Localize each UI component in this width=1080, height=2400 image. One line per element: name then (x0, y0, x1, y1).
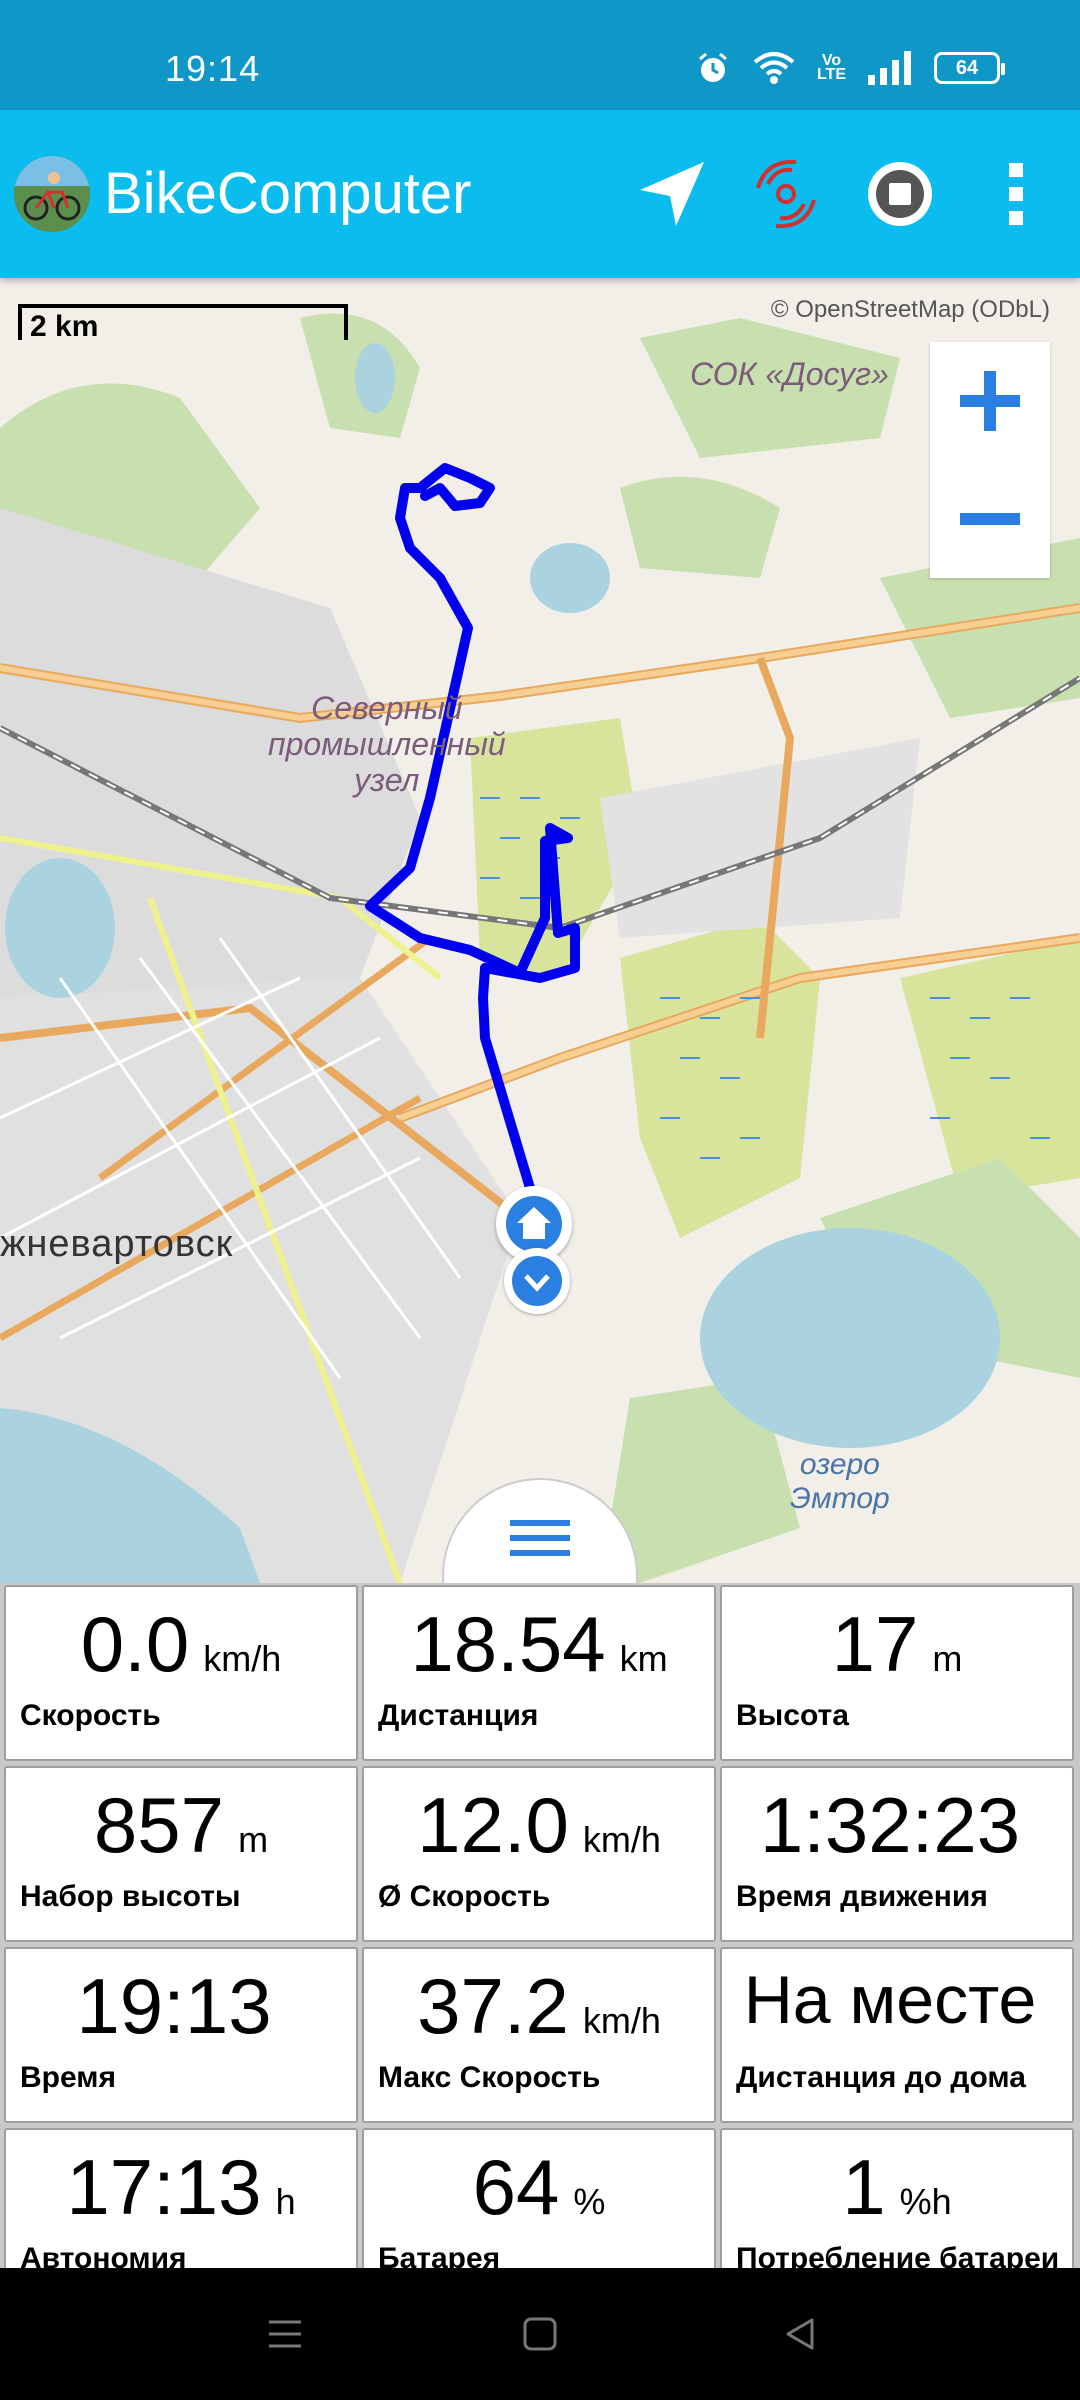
stat-label: Батарея (378, 2242, 501, 2268)
stats-grid: 0.0 km/h Скорость 18.54 km Дистанция 17 m В… (0, 1583, 1080, 2268)
map-label-industrial: Северный промышленный узел (268, 690, 506, 798)
alarm-icon (695, 50, 731, 86)
stat-time[interactable]: 19:13 Время (4, 1947, 358, 2123)
map-label-sok: СОК «Досуг» (690, 356, 889, 392)
app-bar: BikeComputer (0, 110, 1080, 278)
recents-button[interactable] (255, 2304, 315, 2364)
stat-autonomy[interactable]: 17:13 h Автономия (4, 2128, 358, 2268)
home-icon (506, 1196, 562, 1252)
stat-label: Время (20, 2061, 116, 2094)
signal-icon (868, 51, 912, 85)
stat-value: На месте (743, 1962, 1037, 2038)
stat-avg-speed[interactable]: 12.0 km/h Ø Скорость (362, 1766, 716, 1942)
stat-altitude[interactable]: 17 m Высота (720, 1585, 1074, 1761)
stat-value: 18.54 (410, 1600, 606, 1688)
wifi-icon (753, 50, 795, 86)
stat-label: Время движения (736, 1880, 988, 1913)
home-square-icon (523, 2317, 557, 2351)
status-icons: Vo LTE 64 (695, 50, 1005, 86)
zoom-controls (930, 342, 1050, 578)
stat-value: 37.2 (417, 1962, 569, 2050)
status-bar: 19:14 Vo LTE 64 (0, 0, 1080, 110)
system-nav-bar (0, 2268, 1080, 2400)
stat-value: 1:32:23 (759, 1781, 1021, 1869)
stat-elevation-gain[interactable]: 857 m Набор высоты (4, 1766, 358, 1942)
zoom-out-button[interactable] (930, 460, 1050, 578)
stat-value: 17:13 (66, 2143, 262, 2231)
stat-label: Дистанция (378, 1699, 539, 1732)
stat-unit: m (932, 1638, 963, 1679)
stat-unit: h (275, 2181, 296, 2222)
home-button[interactable] (510, 2304, 570, 2364)
stat-label: Макс Скорость (378, 2061, 601, 2094)
status-time: 19:14 (165, 48, 261, 89)
stat-value: 19:13 (76, 1962, 272, 2050)
volte-icon: Vo LTE (816, 52, 846, 83)
back-icon (786, 2318, 814, 2350)
stop-icon[interactable] (858, 152, 942, 236)
stat-unit: %h (899, 2181, 952, 2222)
stat-value: 64 (472, 2143, 560, 2231)
stat-value: 1 (842, 2143, 886, 2231)
app-logo-icon (14, 156, 90, 232)
navigation-arrow-icon[interactable] (630, 152, 714, 236)
stat-unit: % (573, 2181, 606, 2222)
location-icon (512, 1256, 562, 1306)
map-label-city: жневартовск (0, 1223, 234, 1265)
map-attribution[interactable]: © OpenStreetMap (ODbL) (771, 296, 1050, 324)
stat-unit: m (238, 1819, 269, 1860)
app-title: BikeComputer (104, 161, 472, 226)
map-tiles (0, 313, 1080, 1583)
map-view[interactable]: 2 km © OpenStreetMap (ODbL) СОК «Досуг» … (0, 278, 1080, 1583)
stat-label: Ø Скорость (378, 1880, 551, 1913)
stat-value: 857 (93, 1781, 225, 1869)
plus-icon (960, 371, 1020, 431)
more-vert-icon[interactable] (974, 152, 1058, 236)
stat-unit: km (619, 1638, 668, 1679)
stat-value: 12.0 (417, 1781, 569, 1869)
stat-label: Скорость (20, 1699, 161, 1732)
stat-value: 0.0 (80, 1600, 190, 1688)
zoom-in-button[interactable] (930, 342, 1050, 460)
stat-label: Автономия (20, 2242, 187, 2268)
current-position-marker[interactable] (504, 1248, 570, 1314)
stat-distance-home[interactable]: На месте Дистанция до дома (720, 1947, 1074, 2123)
hamburger-menu-icon (510, 1520, 570, 1556)
stat-max-speed[interactable]: 37.2 km/h Макс Скорость (362, 1947, 716, 2123)
stat-label: Дистанция до дома (736, 2061, 1026, 2094)
scale-bar: 2 km (18, 304, 348, 343)
battery-icon: 64 (934, 52, 1005, 84)
map-label-lake: озеро Эмтор (790, 1448, 890, 1515)
stat-label: Набор высоты (20, 1880, 241, 1913)
stat-moving-time[interactable]: 1:32:23 Время движения (720, 1766, 1074, 1942)
stat-unit: km/h (582, 1819, 661, 1860)
scale-bar-label: 2 km (30, 310, 99, 343)
stat-label: Высота (736, 1699, 849, 1732)
recents-icon (269, 2320, 301, 2348)
minus-icon (960, 513, 1020, 525)
stat-unit: km/h (203, 1638, 282, 1679)
stat-unit: km/h (582, 2000, 661, 2041)
back-button[interactable] (770, 2304, 830, 2364)
sensors-icon[interactable] (744, 152, 828, 236)
stat-battery-consumption[interactable]: 1 %h Потребление батареи (720, 2128, 1074, 2268)
stat-label: Потребление батареи (736, 2242, 1060, 2268)
stat-value: 17 (831, 1600, 919, 1688)
stat-distance[interactable]: 18.54 km Дистанция (362, 1585, 716, 1761)
stat-speed[interactable]: 0.0 km/h Скорость (4, 1585, 358, 1761)
stat-battery[interactable]: 64% Батарея (362, 2128, 716, 2268)
